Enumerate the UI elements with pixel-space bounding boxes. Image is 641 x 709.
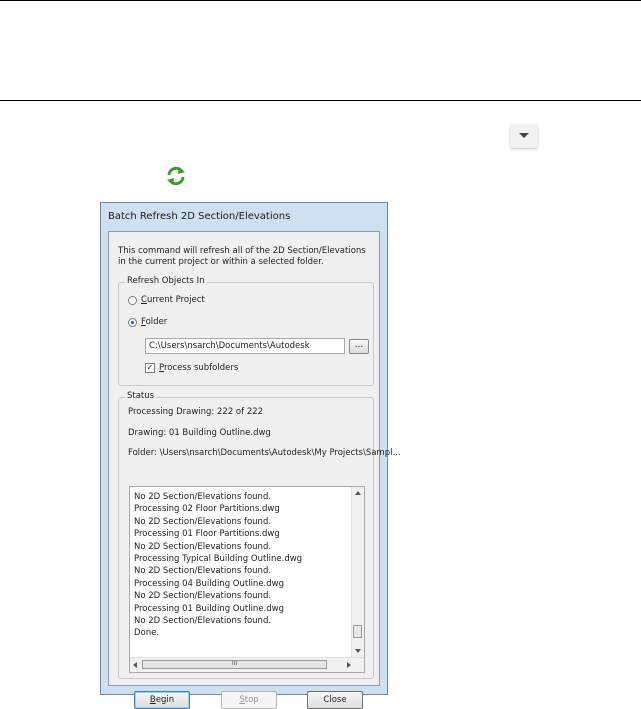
log-line: Done. [134,628,160,639]
drawing-status: Drawing: 01 Building Outline.dwg [128,428,271,438]
folder-status: Folder: \Users\nsarch\Documents\Autodesk… [128,448,401,458]
dropdown-arrow-icon[interactable] [510,124,538,148]
log-line: Processing 02 Floor Partitions.dwg [134,504,280,515]
folder-path-field[interactable]: C:\Users\nsarch\Documents\Autodesk [145,338,345,354]
refresh-icon[interactable] [165,165,187,187]
log-line: No 2D Section/Elevations found. [134,516,272,527]
horizontal-scroll-thumb[interactable]: III [142,660,327,669]
stop-button[interactable]: Stop [221,691,277,709]
log-line: No 2D Section/Elevations found. [134,492,272,502]
process-subfolders-label[interactable]: Process subfolders [159,363,238,373]
log-line: Processing 01 Building Outline.dwg [134,603,284,614]
close-button[interactable]: Close [307,691,363,709]
intro-text: This command will refresh all of the 2D … [118,246,366,267]
scroll-up-icon[interactable] [355,491,361,495]
folder-radio[interactable] [128,318,137,327]
refresh-objects-legend: Refresh Objects In [125,276,207,286]
browse-button[interactable]: ... [349,339,369,354]
log-line: Processing 01 Floor Partitions.dwg [134,529,280,540]
refresh-objects-group: Refresh Objects In Current Project Folde… [118,276,374,386]
processing-drawing-status: Processing Drawing: 222 of 222 [128,407,264,417]
log-line: No 2D Section/Elevations found. [134,616,272,627]
scroll-right-icon[interactable] [347,662,351,668]
vertical-scrollbar[interactable] [351,487,364,657]
log-line: Processing Typical Building Outline.dwg [134,554,303,565]
log-list[interactable]: No 2D Section/Elevations found. Processin… [129,486,365,673]
current-project-label[interactable]: Current Project [141,295,205,305]
horizontal-scrollbar[interactable]: III [130,657,364,672]
log-lines: No 2D Section/Elevations found. Processin… [134,491,302,640]
log-line: No 2D Section/Elevations found. [134,591,272,602]
status-legend: Status [125,391,157,401]
log-line: No 2D Section/Elevations found. [134,566,272,577]
dialog-title: Batch Refresh 2D Section/Elevations [108,211,291,222]
folder-label[interactable]: Folder [141,317,167,327]
log-line: Processing 04 Building Outline.dwg [134,578,284,589]
scroll-left-icon[interactable] [133,662,137,668]
top-rule [0,0,641,1]
vertical-scroll-thumb[interactable] [353,625,362,638]
separator-rule [0,100,641,101]
process-subfolders-checkbox[interactable]: ✓ [145,363,155,373]
scroll-down-icon[interactable] [355,649,361,653]
current-project-radio[interactable] [128,296,137,305]
log-line: No 2D Section/Elevations found. [134,541,272,552]
dialog-body: This command will refresh all of the 2D … [108,231,401,709]
begin-button[interactable]: Begin [134,691,190,709]
batch-refresh-dialog: Batch Refresh 2D Section/Elevations This… [100,202,401,709]
